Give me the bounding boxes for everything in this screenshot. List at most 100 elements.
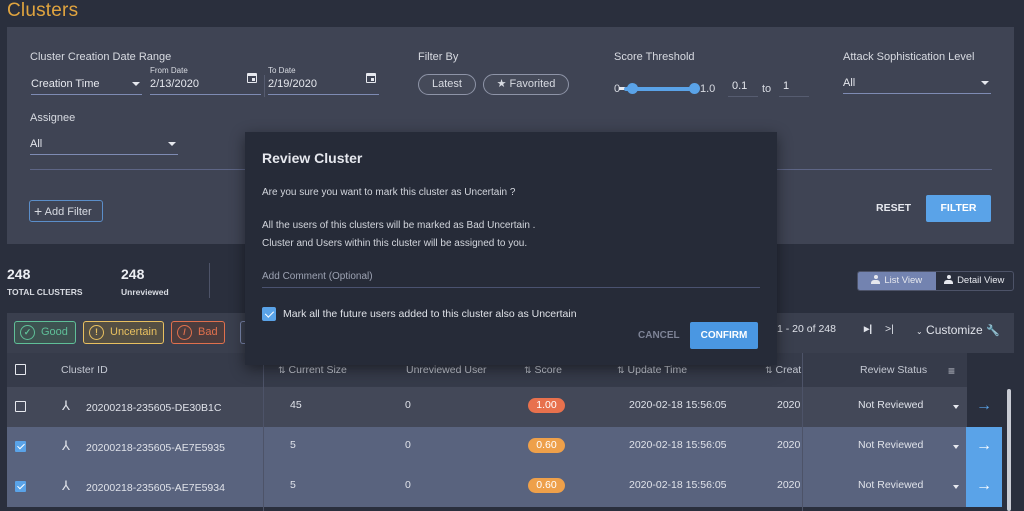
review-status-select[interactable]: Not Reviewed bbox=[858, 399, 923, 411]
chevron-down-icon bbox=[132, 82, 140, 86]
to-date-input[interactable]: 2/19/2020 bbox=[268, 76, 379, 95]
table-scrollbar[interactable] bbox=[1007, 389, 1011, 511]
unreviewed-count: 248 bbox=[121, 266, 145, 282]
comment-input[interactable]: Add Comment (Optional) bbox=[262, 266, 760, 288]
chevron-down-icon bbox=[953, 445, 959, 449]
sort-icon: ⇅ bbox=[617, 365, 625, 375]
star-icon: ★ bbox=[496, 78, 507, 90]
update-time: 2020-02-18 15:56:05 bbox=[629, 439, 727, 451]
dialog-question: Are you sure you want to mark this clust… bbox=[262, 187, 516, 198]
score-to-input[interactable]: 1 bbox=[779, 78, 809, 97]
slider-max-label: 1.0 bbox=[700, 83, 716, 95]
arrow-right-icon[interactable]: → bbox=[966, 467, 1002, 507]
slider-handle-min[interactable] bbox=[627, 83, 638, 94]
last-page-icon[interactable]: ▸| bbox=[864, 323, 872, 335]
favorited-button[interactable]: ★ Favorited bbox=[483, 74, 569, 95]
page-title: Clusters bbox=[7, 0, 79, 21]
cluster-icon: ⅄ bbox=[62, 398, 70, 413]
bad-label: Bad bbox=[198, 326, 218, 338]
calendar-icon[interactable] bbox=[247, 73, 257, 83]
update-time-label: Update Time bbox=[627, 364, 688, 376]
customize-button[interactable]: ⌄ Customize 🔧 bbox=[916, 323, 1000, 337]
mark-future-users-checkbox[interactable] bbox=[262, 307, 276, 321]
filter-button[interactable]: FILTER bbox=[926, 195, 991, 222]
mark-bad-button[interactable]: / Bad bbox=[171, 321, 225, 344]
select-all-checkbox[interactable] bbox=[15, 364, 26, 375]
sort-icon: ⇅ bbox=[524, 365, 532, 375]
header-current-size[interactable]: ⇅ Current Size bbox=[278, 364, 347, 376]
plus-icon: + bbox=[34, 203, 43, 219]
sort-icon: ⇅ bbox=[765, 365, 773, 375]
person-icon bbox=[944, 275, 954, 284]
next-page-icon[interactable]: >| bbox=[885, 323, 894, 335]
cluster-id[interactable]: 20200218-235605-DE30B1C bbox=[86, 402, 221, 414]
mark-good-button[interactable]: ✓ Good bbox=[14, 321, 76, 344]
current-size: 45 bbox=[290, 399, 302, 411]
list-view-label: List View bbox=[884, 275, 923, 286]
to-date-value: 2/19/2020 bbox=[268, 78, 317, 90]
row-checkbox[interactable] bbox=[15, 401, 26, 412]
person-icon bbox=[871, 275, 881, 284]
to-date-label: To Date bbox=[268, 66, 296, 75]
header-update-time[interactable]: ⇅ Update Time bbox=[617, 364, 687, 376]
dialog-info-line-2: Cluster and Users within this cluster wi… bbox=[262, 238, 528, 249]
date-range-label: Cluster Creation Date Range bbox=[30, 51, 172, 63]
score-label: Score bbox=[534, 364, 562, 376]
header-cluster-id[interactable]: Cluster ID bbox=[61, 364, 108, 376]
arrow-right-icon[interactable]: → bbox=[966, 427, 1002, 467]
create-time: 2020 bbox=[777, 439, 801, 451]
slider-handle-max[interactable] bbox=[689, 83, 700, 94]
reset-button[interactable]: RESET bbox=[876, 202, 911, 214]
cluster-id[interactable]: 20200218-235605-AE7E5934 bbox=[86, 482, 225, 494]
unreviewed-user: 0 bbox=[405, 439, 411, 451]
chevron-down-icon bbox=[953, 485, 959, 489]
stats-divider bbox=[209, 263, 210, 298]
cluster-icon: ⅄ bbox=[62, 438, 70, 453]
exclamation-circle-icon: ! bbox=[89, 325, 104, 340]
date-type-select[interactable]: Creation Time bbox=[31, 76, 142, 95]
unreviewed-label: Unreviewed bbox=[121, 287, 169, 297]
calendar-icon[interactable] bbox=[366, 73, 376, 83]
header-create-time[interactable]: ⇅ Creat bbox=[765, 364, 801, 376]
score-badge: 0.60 bbox=[528, 478, 565, 493]
cluster-id[interactable]: 20200218-235605-AE7E5935 bbox=[86, 442, 225, 454]
column-divider bbox=[802, 353, 803, 511]
dialog-title: Review Cluster bbox=[262, 150, 363, 166]
current-size-label: Current Size bbox=[288, 364, 347, 376]
update-time: 2020-02-18 15:56:05 bbox=[629, 399, 727, 411]
header-review-status[interactable]: Review Status bbox=[860, 364, 927, 376]
add-filter-button[interactable]: + Add Filter bbox=[29, 200, 103, 222]
chevron-down-icon: ⌄ bbox=[916, 327, 923, 336]
score-badge: 1.00 bbox=[528, 398, 565, 413]
chevron-down-icon bbox=[168, 142, 176, 146]
update-time: 2020-02-18 15:56:05 bbox=[629, 479, 727, 491]
attack-level-select[interactable]: All bbox=[843, 75, 991, 94]
header-score[interactable]: ⇅ Score bbox=[524, 364, 562, 376]
current-size: 5 bbox=[290, 439, 296, 451]
review-status-select[interactable]: Not Reviewed bbox=[858, 479, 923, 491]
review-cluster-dialog: Review Cluster Are you sure you want to … bbox=[245, 132, 777, 365]
confirm-button[interactable]: CONFIRM bbox=[690, 322, 758, 349]
attack-level-value: All bbox=[843, 77, 856, 89]
unreviewed-user: 0 bbox=[405, 479, 411, 491]
detail-view-button[interactable]: Detail View bbox=[936, 272, 1014, 290]
attack-level-label: Attack Sophistication Level bbox=[843, 51, 975, 63]
score-threshold-label: Score Threshold bbox=[614, 51, 695, 63]
filter-list-icon[interactable]: ≡ bbox=[948, 364, 955, 378]
review-status-select[interactable]: Not Reviewed bbox=[858, 439, 923, 451]
cancel-button[interactable]: CANCEL bbox=[638, 330, 680, 341]
header-unreviewed-user[interactable]: Unreviewed User bbox=[406, 364, 487, 376]
score-from-input[interactable]: 0.1 bbox=[728, 78, 758, 97]
assignee-select[interactable]: All bbox=[30, 136, 178, 155]
latest-button[interactable]: Latest bbox=[418, 74, 476, 95]
score-to-value: 1 bbox=[783, 80, 790, 92]
create-time: 2020 bbox=[777, 399, 801, 411]
row-checkbox[interactable] bbox=[15, 441, 26, 452]
arrow-right-icon[interactable]: → bbox=[966, 387, 1002, 427]
from-date-input[interactable]: 2/13/2020 bbox=[150, 76, 261, 95]
mark-uncertain-button[interactable]: ! Uncertain bbox=[83, 321, 164, 344]
assignee-label: Assignee bbox=[30, 112, 76, 124]
list-view-button[interactable]: List View bbox=[858, 272, 936, 290]
row-checkbox[interactable] bbox=[15, 481, 26, 492]
view-toggle: List View Detail View bbox=[857, 271, 1014, 291]
